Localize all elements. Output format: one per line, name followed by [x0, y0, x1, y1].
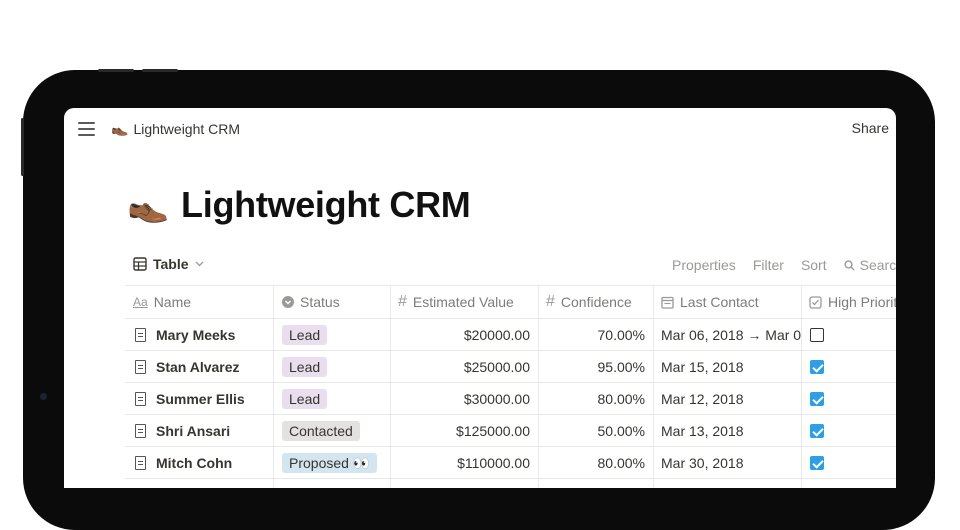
high-priority-checkbox[interactable] — [810, 392, 824, 406]
status-tag: Lead — [282, 357, 328, 377]
status-tag: Contacted — [282, 421, 360, 441]
high-priority-checkbox[interactable] — [810, 328, 824, 342]
table-row[interactable]: Mary Meeks Lead $20000.00 70.00% Mar 06, 201… — [125, 319, 896, 351]
view-label: Table — [153, 256, 189, 272]
status-cell[interactable]: Proposed 👀 — [282, 447, 390, 479]
page-icon — [135, 392, 146, 406]
status-cell[interactable]: Lead — [282, 351, 390, 383]
status-cell[interactable]: Lead — [282, 319, 390, 351]
page-title: 👞 Lightweight CRM — [127, 184, 471, 226]
status-tag: Proposed 👀 — [282, 453, 378, 473]
column-header-name[interactable]: Aa Name — [133, 286, 273, 318]
column-header-high-priority[interactable]: High Priority — [809, 286, 896, 318]
checkbox-icon — [809, 295, 822, 309]
view-actions: Properties Filter Sort Search — [672, 257, 896, 273]
last-contact-cell[interactable]: Mar 06, 2018 → Mar 0 — [661, 319, 801, 351]
status-cell[interactable]: Contacted — [282, 415, 390, 447]
table-row[interactable]: Summer Ellis Lead $30000.00 80.00% Mar 12, 2… — [125, 383, 896, 415]
status-tag: Lead — [282, 389, 328, 409]
table-header-row: Aa Name Status # Estimated Value # Confi… — [125, 286, 896, 318]
high-priority-checkbox[interactable] — [810, 424, 824, 438]
high-priority-cell[interactable] — [801, 319, 896, 351]
chevron-down-icon — [195, 261, 203, 267]
shoe-icon: 👞 — [127, 186, 170, 224]
number-icon: # — [546, 293, 555, 310]
filter-button[interactable]: Filter — [753, 257, 784, 273]
status-cell[interactable]: Lead — [282, 383, 390, 415]
estimated-value-cell[interactable]: $25000.00 — [390, 351, 538, 383]
column-header-status[interactable]: Status — [282, 286, 390, 318]
page-title-text: Lightweight CRM — [181, 184, 471, 225]
confidence-cell[interactable]: 80.00% — [538, 383, 653, 415]
row-name: Shri Ansari — [156, 423, 231, 439]
confidence-cell[interactable]: 95.00% — [538, 351, 653, 383]
page-icon — [135, 328, 146, 342]
row-name: Mitch Cohn — [156, 455, 233, 471]
high-priority-cell[interactable] — [801, 351, 896, 383]
table-row[interactable]: Mitch Cohn Proposed 👀 $110000.00 80.00% Mar … — [125, 447, 896, 479]
name-cell[interactable]: Stan Alvarez — [125, 351, 273, 383]
high-priority-cell[interactable] — [801, 383, 896, 415]
breadcrumb-label: Lightweight CRM — [133, 120, 241, 137]
confidence-cell[interactable]: 70.00% — [538, 319, 653, 351]
search-icon — [844, 259, 855, 270]
name-cell[interactable]: Mitch Cohn — [125, 447, 273, 479]
estimated-value-cell[interactable]: $125000.00 — [390, 415, 538, 447]
high-priority-cell[interactable] — [801, 415, 896, 447]
table-row[interactable]: Stan Alvarez Lead $25000.00 95.00% Mar 15, 2… — [125, 351, 896, 383]
number-icon: # — [398, 293, 407, 310]
column-header-confidence[interactable]: # Confidence — [546, 286, 653, 318]
properties-button[interactable]: Properties — [672, 257, 736, 273]
page-icon — [135, 424, 146, 438]
high-priority-checkbox[interactable] — [810, 360, 824, 374]
estimated-value-cell[interactable]: $30000.00 — [390, 383, 538, 415]
page-icon — [135, 456, 146, 470]
hamburger-menu-icon[interactable] — [78, 122, 95, 136]
confidence-cell[interactable]: 80.00% — [538, 447, 653, 479]
name-cell[interactable]: Summer Ellis — [125, 383, 273, 415]
last-contact-cell[interactable]: Mar 30, 2018 — [661, 447, 801, 479]
high-priority-cell[interactable] — [801, 447, 896, 479]
app-screen: 👞 Lightweight CRM Share 👞 Lightweight CR… — [64, 108, 896, 488]
sort-button[interactable]: Sort — [801, 257, 827, 273]
estimated-value-cell[interactable]: $20000.00 — [390, 319, 538, 351]
last-contact-cell[interactable]: Mar 12, 2018 — [661, 383, 801, 415]
row-name: Mary Meeks — [156, 327, 236, 343]
select-icon — [282, 296, 294, 308]
shoe-icon: 👞 — [111, 120, 129, 136]
side-button — [21, 118, 24, 176]
table-row[interactable]: Shri Ansari Contacted $125000.00 50.00% Mar … — [125, 415, 896, 447]
status-tag: Lead — [282, 325, 328, 345]
search-button[interactable]: Search — [844, 257, 896, 273]
calendar-icon — [661, 296, 674, 309]
row-name: Stan Alvarez — [156, 359, 240, 375]
text-property-icon: Aa — [133, 295, 148, 309]
high-priority-checkbox[interactable] — [810, 456, 824, 470]
camera-dot — [40, 393, 47, 400]
confidence-cell[interactable]: 50.00% — [538, 415, 653, 447]
last-contact-cell[interactable]: Mar 13, 2018 — [661, 415, 801, 447]
volume-down-button — [142, 69, 178, 72]
breadcrumb[interactable]: 👞 Lightweight CRM — [111, 120, 240, 137]
page-icon — [135, 360, 146, 374]
view-selector[interactable]: Table — [133, 256, 204, 272]
row-name: Summer Ellis — [156, 391, 245, 407]
table-icon — [133, 257, 147, 271]
estimated-value-cell[interactable]: $110000.00 — [390, 447, 538, 479]
last-contact-cell[interactable]: Mar 15, 2018 — [661, 351, 801, 383]
column-header-estimated-value[interactable]: # Estimated Value — [398, 286, 538, 318]
column-header-last-contact[interactable]: Last Contact — [661, 286, 801, 318]
name-cell[interactable]: Mary Meeks — [125, 319, 273, 351]
share-button[interactable]: Share — [852, 120, 889, 136]
name-cell[interactable]: Shri Ansari — [125, 415, 273, 447]
row-divider — [125, 478, 896, 479]
view-bar: Table Properties Filter Sort Search — [133, 256, 896, 286]
top-bar: 👞 Lightweight CRM Share — [64, 108, 896, 150]
volume-up-button — [98, 69, 134, 72]
